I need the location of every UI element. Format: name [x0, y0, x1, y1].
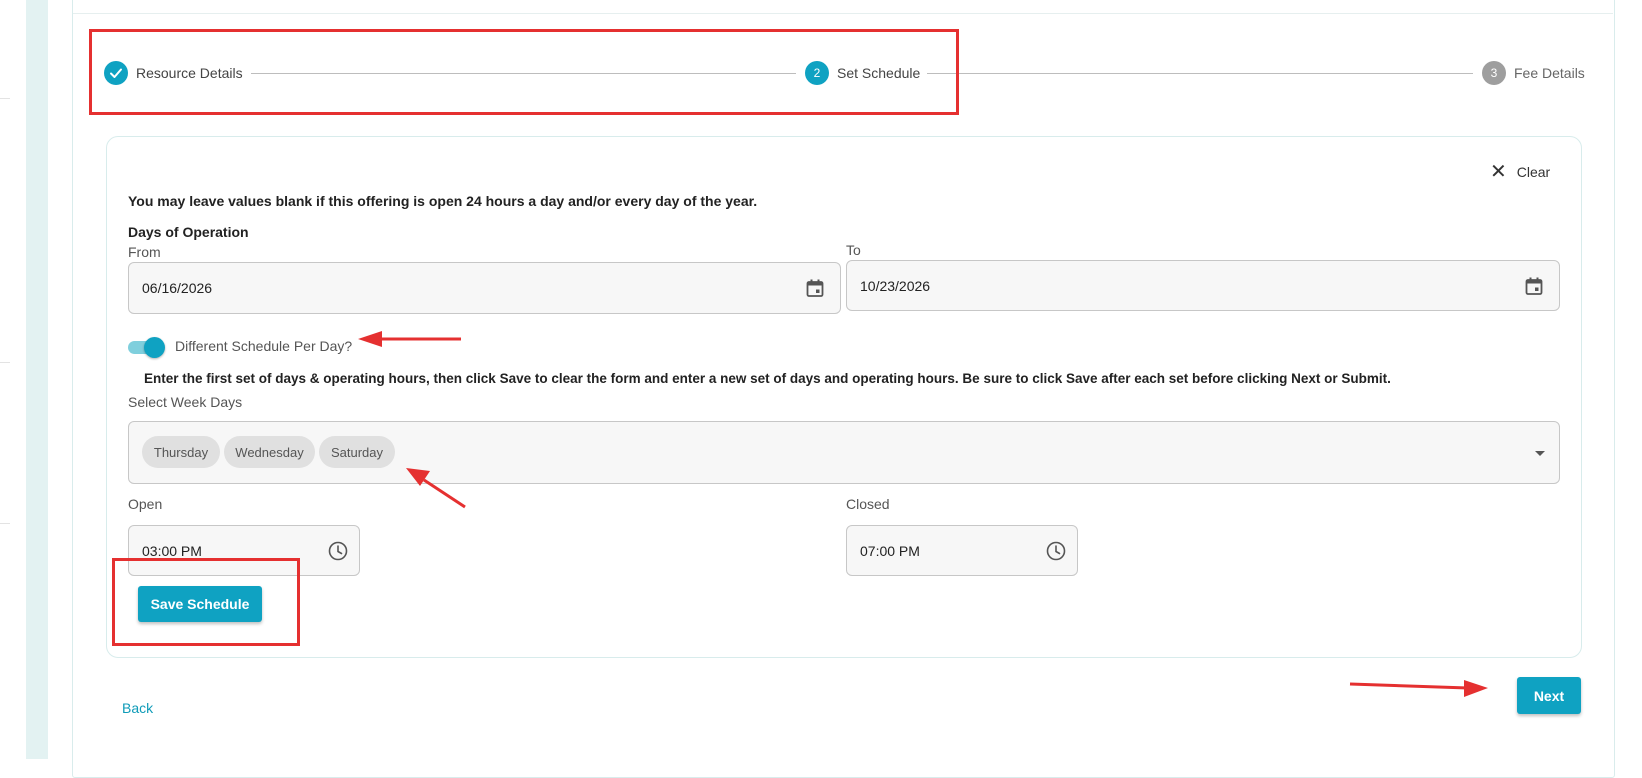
weekday-chip[interactable]: Thursday — [142, 436, 220, 468]
side-strip — [26, 0, 48, 759]
to-label: To — [846, 242, 861, 258]
back-link[interactable]: Back — [122, 700, 153, 716]
clock-icon[interactable] — [1045, 540, 1067, 562]
annotation-box-save — [112, 558, 300, 646]
toggle-label: Different Schedule Per Day? — [175, 338, 353, 354]
toggle-knob — [144, 337, 165, 358]
chevron-down-icon[interactable] — [1535, 451, 1545, 456]
annotation-box-stepper — [89, 29, 959, 115]
open-label: Open — [128, 496, 163, 512]
days-heading: Days of Operation — [128, 224, 249, 240]
clear-button[interactable]: ✕ Clear — [1490, 161, 1551, 183]
gutter-divider — [0, 362, 10, 363]
open-time-value: 03:00 PM — [142, 542, 202, 559]
clock-icon[interactable] — [327, 540, 349, 562]
closed-time-value: 07:00 PM — [860, 542, 920, 559]
schedule-card — [106, 136, 1582, 658]
schedule-per-day-toggle[interactable] — [128, 337, 166, 358]
gutter-divider — [0, 98, 10, 99]
calendar-icon[interactable] — [804, 277, 826, 299]
weekday-chip[interactable]: Saturday — [319, 436, 395, 468]
weekdays-label: Select Week Days — [128, 394, 243, 410]
from-date-value: 06/16/2026 — [142, 280, 213, 296]
from-label: From — [128, 244, 161, 260]
step-label: Fee Details — [1514, 65, 1585, 81]
gutter-divider — [0, 523, 10, 524]
clear-label: Clear — [1516, 164, 1551, 180]
card-divider — [73, 13, 1613, 14]
calendar-icon[interactable] — [1523, 275, 1545, 297]
from-date-field[interactable]: 06/16/2026 — [128, 262, 841, 314]
to-date-value: 10/23/2026 — [860, 277, 931, 294]
closed-label: Closed — [846, 496, 890, 512]
weekday-chip[interactable]: Wednesday — [224, 436, 315, 468]
step-number: 3 — [1482, 61, 1506, 85]
left-gutter — [0, 0, 26, 759]
next-button[interactable]: Next — [1517, 677, 1581, 714]
close-icon: ✕ — [1490, 161, 1507, 183]
step-connector — [927, 73, 1473, 74]
closed-time-field[interactable]: 07:00 PM — [846, 525, 1078, 576]
step-fee-details[interactable]: 3 Fee Details — [1482, 61, 1585, 85]
to-date-field[interactable]: 10/23/2026 — [846, 260, 1560, 311]
intro-text: You may leave values blank if this offer… — [128, 193, 758, 209]
instructions-text: Enter the first set of days & operating … — [144, 371, 1391, 386]
